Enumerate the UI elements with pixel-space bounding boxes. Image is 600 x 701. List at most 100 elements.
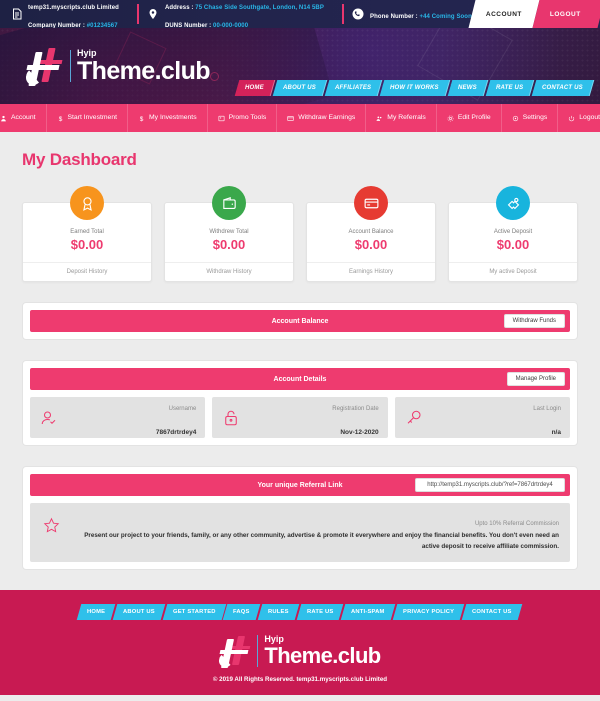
detail-label: Username	[168, 406, 197, 413]
image-icon	[218, 115, 225, 121]
main-content: My Dashboard Earned Total $0.00 Deposit …	[0, 132, 600, 591]
site-footer: HOME ABOUT US GET STARTED FAQS RULES RAT…	[0, 590, 600, 696]
power-icon	[569, 115, 575, 121]
phone-number: Phone Number : +44 Coming Soon	[369, 14, 472, 21]
card-value: $0.00	[354, 237, 388, 252]
company-name: temp31.myscripts.club Limited	[28, 5, 119, 12]
card-footer-link[interactable]: My active Deposit	[449, 262, 577, 281]
dashnav-item-logout[interactable]: Logout	[558, 104, 600, 132]
dashnav-item-my-investments[interactable]: $ My Investments	[128, 104, 208, 132]
detail-value: Nov-12-2020	[340, 428, 379, 436]
main-navigation: HOME ABOUT US AFFILIATES HOW IT WORKS NE…	[235, 80, 595, 96]
users-icon	[376, 115, 382, 121]
card-value: $0.00	[70, 237, 104, 252]
dashnav-label: Logout	[579, 114, 600, 121]
referral-commission: Upto 10% Referral Commission	[474, 521, 559, 527]
page-title: My Dashboard	[22, 150, 137, 169]
nav-item-how-it-works[interactable]: HOW IT WORKS	[379, 80, 451, 96]
stat-card-active-deposit[interactable]: Active Deposit $0.00 My active Deposit	[448, 186, 578, 282]
header-circle-decor	[210, 72, 219, 81]
dashnav-item-edit-profile[interactable]: Edit Profile	[437, 104, 502, 132]
dashboard-navigation: Account $ Start Investment $ My Investme…	[0, 104, 600, 132]
wallet-icon	[212, 186, 246, 220]
detail-label: Last Login	[533, 406, 561, 413]
footer-nav-rules[interactable]: RULES	[257, 604, 299, 621]
dashnav-label: Settings	[522, 114, 548, 121]
referral-link-input[interactable]: http://temp31.myscripts.club/?ref=7867dr…	[415, 478, 565, 492]
key-icon	[404, 408, 424, 428]
referral-link-title: Your unique Referral Link	[257, 481, 343, 489]
star-icon	[41, 512, 61, 534]
logout-button[interactable]: LOGOUT	[532, 0, 600, 28]
dashnav-item-start-investment[interactable]: $ Start Investment	[47, 104, 128, 132]
card-footer-link[interactable]: Deposit History	[23, 262, 151, 281]
card-footer-link[interactable]: Earnings History	[307, 262, 435, 281]
stat-card-earned-total[interactable]: Earned Total $0.00 Deposit History	[22, 186, 152, 282]
manage-profile-button[interactable]: Manage Profile	[506, 372, 565, 386]
card-icon	[287, 115, 294, 121]
nav-item-about-us[interactable]: ABOUT US	[272, 80, 328, 96]
account-button[interactable]: ACCOUNT	[468, 0, 540, 28]
phone-icon	[352, 8, 365, 21]
detail-last-login: Last Login n/a	[394, 397, 570, 438]
footer-nav-anti-spam[interactable]: ANTI-SPAM	[340, 604, 395, 621]
withdraw-funds-button[interactable]: Withdraw Funds	[503, 314, 565, 328]
site-logo[interactable]: Hyip Theme.club	[25, 46, 211, 86]
dashnav-item-account[interactable]: Account	[0, 104, 47, 132]
dashnav-item-withdraw-earnings[interactable]: Withdraw Earnings	[277, 104, 367, 132]
dashnav-label: Withdraw Earnings	[298, 114, 356, 121]
footer-nav-home[interactable]: HOME	[76, 604, 116, 621]
stat-card-account-balance[interactable]: Account Balance $0.00 Earnings History	[306, 186, 436, 282]
footer-nav-faqs[interactable]: FAQS	[223, 604, 261, 621]
footer-nav-rate-us[interactable]: RATE US	[296, 604, 344, 621]
logo-title: Theme.club	[264, 643, 381, 669]
dashnav-item-promo-tools[interactable]: Promo Tools	[208, 104, 278, 132]
topbar-buttons: ACCOUNT LOGOUT	[468, 0, 600, 28]
card-value: $0.00	[212, 237, 246, 252]
dashnav-label: Account	[10, 114, 36, 121]
footer-logo[interactable]: Hyip Theme.club	[0, 634, 600, 669]
card-label: Account Balance	[348, 229, 394, 235]
credit-card-icon	[354, 186, 388, 220]
address-line: Address : 75 Chase Side Southgate, Londo…	[164, 5, 324, 12]
footer-navigation: HOME ABOUT US GET STARTED FAQS RULES RAT…	[0, 604, 600, 634]
detail-username: Username 7867drtrdey4	[30, 397, 206, 438]
nav-item-affiliates[interactable]: AFFILIATES	[324, 80, 383, 96]
logo-divider	[257, 635, 259, 668]
dashnav-item-my-referrals[interactable]: My Referrals	[366, 104, 437, 132]
nav-item-rate-us[interactable]: RATE US	[485, 80, 535, 96]
detail-value: n/a	[551, 428, 561, 436]
account-details-header: Account Details Manage Profile	[30, 368, 570, 390]
card-value: $0.00	[496, 237, 530, 252]
nav-item-news[interactable]: NEWS	[447, 80, 489, 96]
top-info-bar: temp31.myscripts.club Limited Company Nu…	[0, 0, 600, 28]
copyright-text: © 2019 All Rights Reserved. temp31.myscr…	[212, 676, 388, 684]
page-root: temp31.myscripts.club Limited Company Nu…	[0, 0, 600, 701]
nav-item-contact-us[interactable]: CONTACT US	[531, 80, 595, 96]
dashnav-label: My Referrals	[387, 114, 426, 121]
logo-h-mark-icon	[25, 46, 68, 86]
stat-cards: Earned Total $0.00 Deposit History Withd…	[0, 184, 600, 282]
dashnav-item-settings[interactable]: Settings	[502, 104, 559, 132]
topbar-company-block: temp31.myscripts.club Limited Company Nu…	[0, 0, 119, 28]
stat-card-withdrew-total[interactable]: Withdrew Total $0.00 Withdraw History	[164, 186, 294, 282]
nav-item-home[interactable]: HOME	[235, 80, 276, 96]
user-check-icon	[39, 408, 59, 428]
card-label: Active Deposit	[493, 229, 533, 235]
card-footer-link[interactable]: Withdraw History	[165, 262, 293, 281]
account-details-row: Username 7867drtrdey4 Registration Date …	[30, 397, 570, 438]
svg-text:$: $	[140, 115, 144, 121]
card-label: Earned Total	[70, 229, 104, 235]
card-label: Withdrew Total	[209, 229, 249, 235]
dashnav-label: Start Investment	[67, 114, 118, 121]
unlock-icon	[221, 408, 241, 428]
document-icon	[10, 8, 23, 21]
footer-nav-get-started[interactable]: GET STARTED	[162, 604, 226, 621]
topbar-address-block: Address : 75 Chase Side Southgate, Londo…	[136, 0, 324, 28]
referral-body: Upto 10% Referral Commission Present our…	[30, 503, 570, 563]
footer-nav-privacy-policy[interactable]: PRIVACY POLICY	[392, 604, 465, 621]
footer-nav-about-us[interactable]: ABOUT US	[112, 604, 165, 621]
footer-nav-contact-us[interactable]: CONTACT US	[461, 604, 522, 621]
dashnav-label: Promo Tools	[228, 114, 267, 121]
location-pin-icon	[147, 8, 160, 21]
